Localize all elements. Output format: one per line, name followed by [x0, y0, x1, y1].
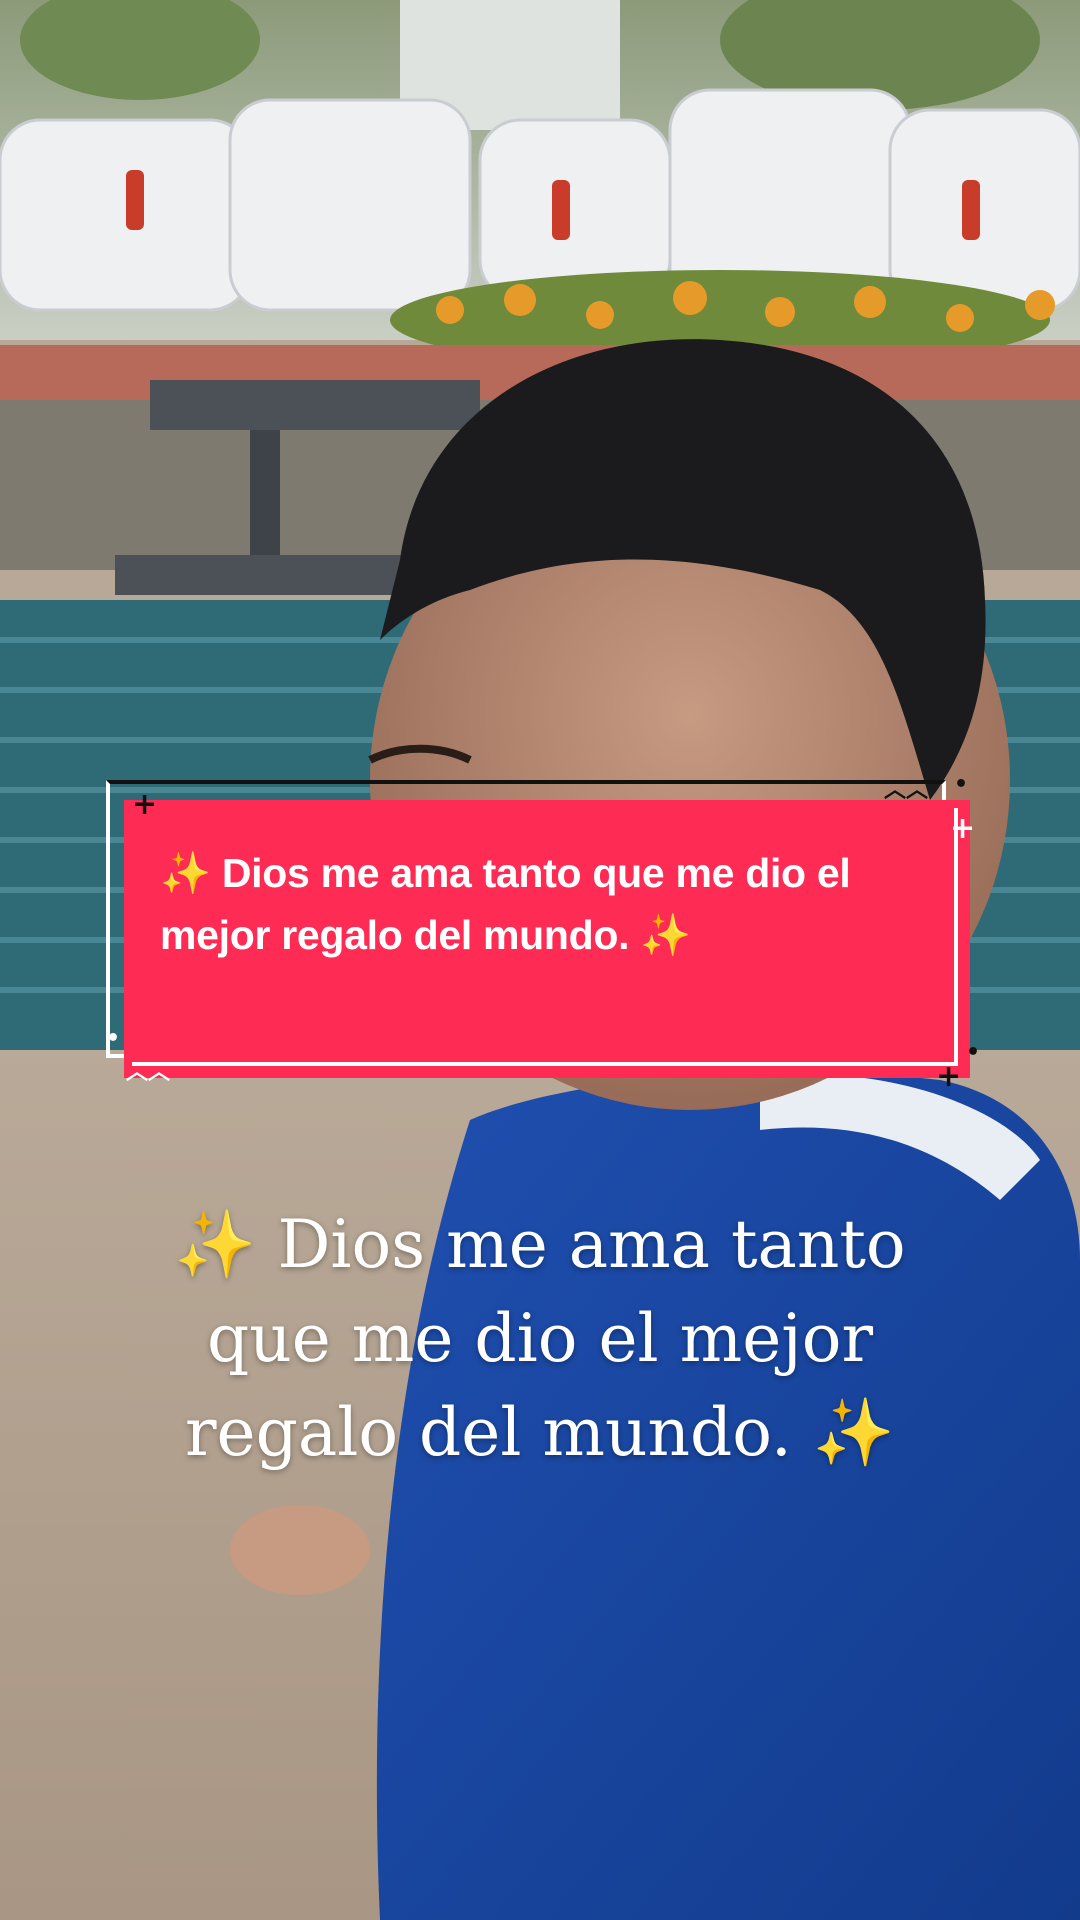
overlay-caption: ✨ Dios me ama tanto que me dio el mejor …	[130, 1198, 950, 1480]
sticker-caption-text: ✨ Dios me ama tanto que me dio el mejor …	[160, 850, 851, 958]
overlay-caption-line-3: regalo del mundo. ✨	[185, 1394, 895, 1471]
overlay-caption-line-2: que me dio el mejor	[206, 1300, 874, 1377]
dot-decoration-icon: •	[106, 1026, 121, 1051]
zigzag-decoration-icon: ︿︿	[126, 1060, 171, 1085]
zigzag-decoration-icon: ︿︿	[884, 778, 929, 803]
plus-decoration-icon: +	[950, 811, 976, 846]
dot-decoration-icon: •	[954, 772, 969, 797]
plus-decoration-icon: +	[936, 1059, 962, 1094]
dot-decoration-icon: •	[966, 1040, 981, 1065]
plus-decoration-icon: +	[132, 787, 158, 822]
overlay-caption-line-1: ✨ Dios me ama tanto	[174, 1206, 906, 1283]
caption-sticker: + + + • • • ︿︿ ︿︿ ✨ Dios me ama tanto qu…	[106, 774, 980, 1092]
